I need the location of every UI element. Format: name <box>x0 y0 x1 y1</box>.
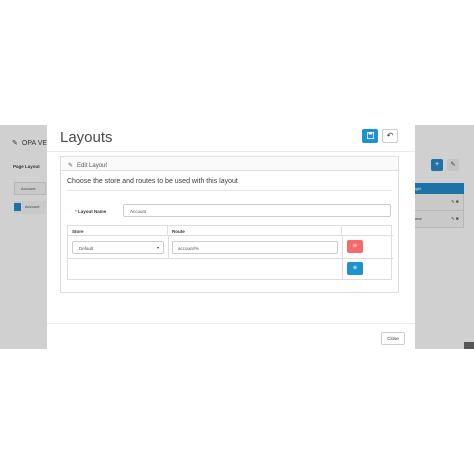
background-left-row: Account <box>14 201 46 214</box>
required-mark: * <box>75 209 77 214</box>
remove-route-button[interactable]: ⊖ <box>347 240 363 253</box>
minus-circle-icon: ⊖ <box>352 243 358 249</box>
modal-header-buttons: ↶ <box>362 129 398 143</box>
close-button[interactable]: Close <box>381 332 405 345</box>
store-select-value: Default <box>79 246 94 251</box>
panel-subtitle: Choose the store and routes to be used w… <box>67 178 238 185</box>
modal-title: Layouts <box>60 129 113 146</box>
edit-layout-panel: ✎ Edit Layout Choose the store and route… <box>60 156 399 293</box>
background-add-icon: + <box>431 159 443 171</box>
table-row-divider <box>68 258 393 259</box>
add-route-button[interactable]: ⊕ <box>347 262 363 275</box>
action-column-header <box>342 226 393 236</box>
table-column-divider <box>342 236 343 280</box>
layout-name-label: * Layout Name <box>75 209 106 214</box>
table-column-divider <box>168 236 169 258</box>
route-column-header: Route <box>168 226 342 236</box>
route-table: Store Route Default ▾ account/% ⊖ ⊕ <box>67 225 393 280</box>
modal-header-divider <box>47 151 415 152</box>
background-left-label: Page Layout <box>13 164 40 169</box>
store-select[interactable]: Default ▾ <box>72 241 164 254</box>
background-row-actions-icon: ✎ ✖ <box>451 199 459 204</box>
background-left-row-label: Account <box>25 204 40 209</box>
panel-heading-text: Edit Layout <box>77 162 108 169</box>
plus-circle-icon: ⊕ <box>352 265 358 271</box>
checkbox-icon <box>14 203 21 211</box>
panel-heading: ✎ Edit Layout <box>61 157 398 171</box>
reset-button[interactable]: ↶ <box>382 129 398 143</box>
background-title-text: OPA VE <box>21 139 48 147</box>
layout-name-input[interactable]: Account <box>123 204 391 217</box>
caret-down-icon: ▾ <box>156 245 159 250</box>
route-input[interactable]: account/% <box>172 241 338 254</box>
background-pencil-icon: ✎ <box>447 159 459 171</box>
store-column-header: Store <box>68 226 168 236</box>
layout-name-label-text: Layout Name <box>78 209 107 214</box>
pencil-icon: ✎ <box>68 163 74 169</box>
pencil-icon: ✎ <box>12 140 18 147</box>
save-icon <box>366 131 374 140</box>
undo-icon: ↶ <box>386 131 394 140</box>
save-button[interactable] <box>362 129 378 143</box>
panel-subtitle-divider <box>67 190 392 191</box>
background-left-list-item: Account <box>14 182 46 195</box>
modal-footer-divider <box>47 323 415 324</box>
layouts-modal: Layouts ↶ ✎ Edit Layout Choose the store… <box>47 119 415 351</box>
background-corner-decor <box>464 342 474 349</box>
background-title: ✎ OPA VE <box>12 139 48 148</box>
screen: ✎ OPA VE Page Layout Account Account + ✎… <box>0 0 474 474</box>
background-right-buttons: + ✎ <box>431 159 459 171</box>
background-row-actions-icon: ✎ ✖ <box>451 216 459 221</box>
